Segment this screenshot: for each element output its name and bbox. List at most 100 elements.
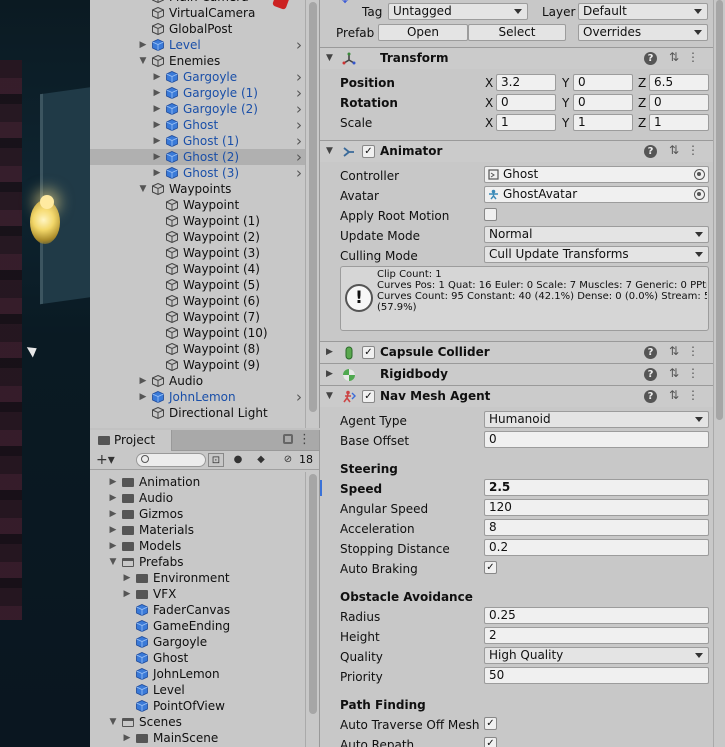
- open-prefab-chevron-icon[interactable]: ›: [293, 37, 305, 53]
- hierarchy-item[interactable]: Waypoint (4): [90, 261, 305, 277]
- project-item[interactable]: Level: [90, 682, 305, 698]
- help-icon[interactable]: ?: [644, 52, 657, 65]
- hierarchy-item[interactable]: ▶ Gargoyle (1) ›: [90, 85, 305, 101]
- object-picker-icon[interactable]: [694, 169, 705, 180]
- scene-view[interactable]: [0, 0, 90, 747]
- collapsed-arrow-icon[interactable]: ▶: [122, 586, 132, 602]
- collapsed-arrow-icon[interactable]: ▶: [152, 165, 162, 181]
- collapsed-arrow-icon[interactable]: ▶: [122, 730, 132, 746]
- more-options-icon[interactable]: ⋮: [687, 344, 699, 358]
- hierarchy-item[interactable]: ▶ Level ›: [90, 37, 305, 53]
- presets-icon[interactable]: ⇅: [669, 344, 679, 358]
- expand-arrow-icon[interactable]: ▶: [326, 347, 333, 357]
- open-prefab-chevron-icon[interactable]: ›: [293, 149, 305, 165]
- scale-x-field[interactable]: 1: [496, 114, 556, 131]
- lock-icon[interactable]: [283, 434, 293, 444]
- transform-header[interactable]: ▼ Transform ? ⇅ ⋮: [320, 47, 713, 69]
- hierarchy-item[interactable]: Waypoint (6): [90, 293, 305, 309]
- hierarchy-item[interactable]: ▶ Gargoyle ›: [90, 69, 305, 85]
- scale-z-field[interactable]: 1: [649, 114, 709, 131]
- apply-root-motion-checkbox[interactable]: [484, 208, 497, 221]
- filter-by-label-icon[interactable]: ●: [230, 453, 246, 467]
- tag-icon[interactable]: ◆: [253, 453, 269, 467]
- expanded-arrow-icon[interactable]: ▼: [138, 53, 148, 69]
- base-offset-field[interactable]: 0: [484, 431, 709, 448]
- hierarchy-item[interactable]: ▶ Ghost (3) ›: [90, 165, 305, 181]
- kebab-menu-icon[interactable]: ⋮: [298, 432, 311, 447]
- collapsed-arrow-icon[interactable]: ▶: [108, 474, 118, 490]
- project-item[interactable]: ▶ Materials: [90, 522, 305, 538]
- collapsed-arrow-icon[interactable]: ▶: [108, 506, 118, 522]
- project-item[interactable]: ▶ Environment: [90, 570, 305, 586]
- hierarchy-item[interactable]: ▶ Ghost ›: [90, 117, 305, 133]
- animator-header[interactable]: ▼ ✓ Animator ? ⇅ ⋮: [320, 140, 713, 162]
- position-y-field[interactable]: 0: [573, 74, 633, 91]
- navmesh-agent-enabled-checkbox[interactable]: ✓: [362, 390, 375, 403]
- hierarchy-item[interactable]: ▶ Ghost (2) ›: [90, 149, 305, 165]
- position-z-field[interactable]: 6.5: [649, 74, 709, 91]
- acceleration-field[interactable]: 8: [484, 519, 709, 536]
- project-item[interactable]: ▶ Audio: [90, 490, 305, 506]
- expanded-arrow-icon[interactable]: ▼: [108, 714, 118, 730]
- project-item[interactable]: FaderCanvas: [90, 602, 305, 618]
- hierarchy-item[interactable]: ▼ Enemies: [90, 53, 305, 69]
- presets-icon[interactable]: ⇅: [669, 388, 679, 402]
- update-mode-dropdown[interactable]: Normal: [484, 226, 709, 243]
- hierarchy-item[interactable]: Waypoint (10): [90, 325, 305, 341]
- hierarchy-item[interactable]: Waypoint (8): [90, 341, 305, 357]
- help-icon[interactable]: ?: [644, 145, 657, 158]
- collapsed-arrow-icon[interactable]: ▶: [152, 85, 162, 101]
- hierarchy-item[interactable]: Directional Light: [90, 405, 305, 421]
- more-options-icon[interactable]: ⋮: [687, 366, 699, 380]
- collapsed-arrow-icon[interactable]: ▶: [138, 37, 148, 53]
- rotation-z-field[interactable]: 0: [649, 94, 709, 111]
- hierarchy-item[interactable]: GlobalPost: [90, 21, 305, 37]
- collapsed-arrow-icon[interactable]: ▶: [108, 522, 118, 538]
- height-field[interactable]: 2: [484, 627, 709, 644]
- controller-field[interactable]: Ghost: [484, 166, 709, 183]
- hierarchy-item[interactable]: ▶ Audio: [90, 373, 305, 389]
- culling-mode-dropdown[interactable]: Cull Update Transforms: [484, 246, 709, 263]
- prefab-overrides-dropdown[interactable]: Overrides: [578, 24, 708, 41]
- object-picker-icon[interactable]: [694, 189, 705, 200]
- search-by-type-icon[interactable]: ⊡: [208, 453, 224, 467]
- hierarchy-item[interactable]: ▶ JohnLemon ›: [90, 389, 305, 405]
- project-search-input[interactable]: [136, 453, 206, 467]
- open-prefab-chevron-icon[interactable]: ›: [293, 85, 305, 101]
- project-item[interactable]: JohnLemon: [90, 666, 305, 682]
- hierarchy-item[interactable]: Waypoint (5): [90, 277, 305, 293]
- collapse-arrow-icon[interactable]: ▼: [326, 391, 333, 401]
- layer-dropdown[interactable]: Default: [578, 3, 708, 20]
- auto-traverse-checkbox[interactable]: ✓: [484, 717, 497, 730]
- project-item[interactable]: ▶ Animation: [90, 474, 305, 490]
- rotation-y-field[interactable]: 0: [573, 94, 633, 111]
- avatar-field[interactable]: GhostAvatar: [484, 186, 709, 203]
- hierarchy-item[interactable]: ▶ Ghost (1) ›: [90, 133, 305, 149]
- animator-enabled-checkbox[interactable]: ✓: [362, 145, 375, 158]
- capsule-collider-header[interactable]: ▶ ✓ Capsule Collider ? ⇅ ⋮: [320, 341, 713, 363]
- quality-dropdown[interactable]: High Quality: [484, 647, 709, 664]
- open-prefab-chevron-icon[interactable]: ›: [293, 165, 305, 181]
- angular-speed-field[interactable]: 120: [484, 499, 709, 516]
- presets-icon[interactable]: ⇅: [669, 143, 679, 157]
- agent-type-dropdown[interactable]: Humanoid: [484, 411, 709, 428]
- position-x-field[interactable]: 3.2: [496, 74, 556, 91]
- help-icon[interactable]: ?: [644, 346, 657, 359]
- project-item[interactable]: Ghost: [90, 650, 305, 666]
- collapsed-arrow-icon[interactable]: ▶: [138, 389, 148, 405]
- hidden-packages-icon[interactable]: ⊘: [280, 453, 296, 467]
- hierarchy-scrollbar[interactable]: [305, 0, 319, 428]
- hierarchy-item[interactable]: Waypoint (7): [90, 309, 305, 325]
- expanded-arrow-icon[interactable]: ▼: [138, 181, 148, 197]
- project-item[interactable]: ▼ Scenes: [90, 714, 305, 730]
- stopping-distance-field[interactable]: 0.2: [484, 539, 709, 556]
- presets-icon[interactable]: ⇅: [669, 50, 679, 64]
- collapsed-arrow-icon[interactable]: ▶: [152, 149, 162, 165]
- collapsed-arrow-icon[interactable]: ▶: [138, 373, 148, 389]
- collapsed-arrow-icon[interactable]: ▶: [152, 117, 162, 133]
- collapsed-arrow-icon[interactable]: ▶: [152, 101, 162, 117]
- project-item[interactable]: PointOfView: [90, 698, 305, 714]
- hierarchy-item[interactable]: Waypoint: [90, 197, 305, 213]
- project-scroll-thumb[interactable]: [309, 474, 317, 714]
- navmesh-agent-header[interactable]: ▼ ✓ Nav Mesh Agent ? ⇅ ⋮: [320, 385, 713, 407]
